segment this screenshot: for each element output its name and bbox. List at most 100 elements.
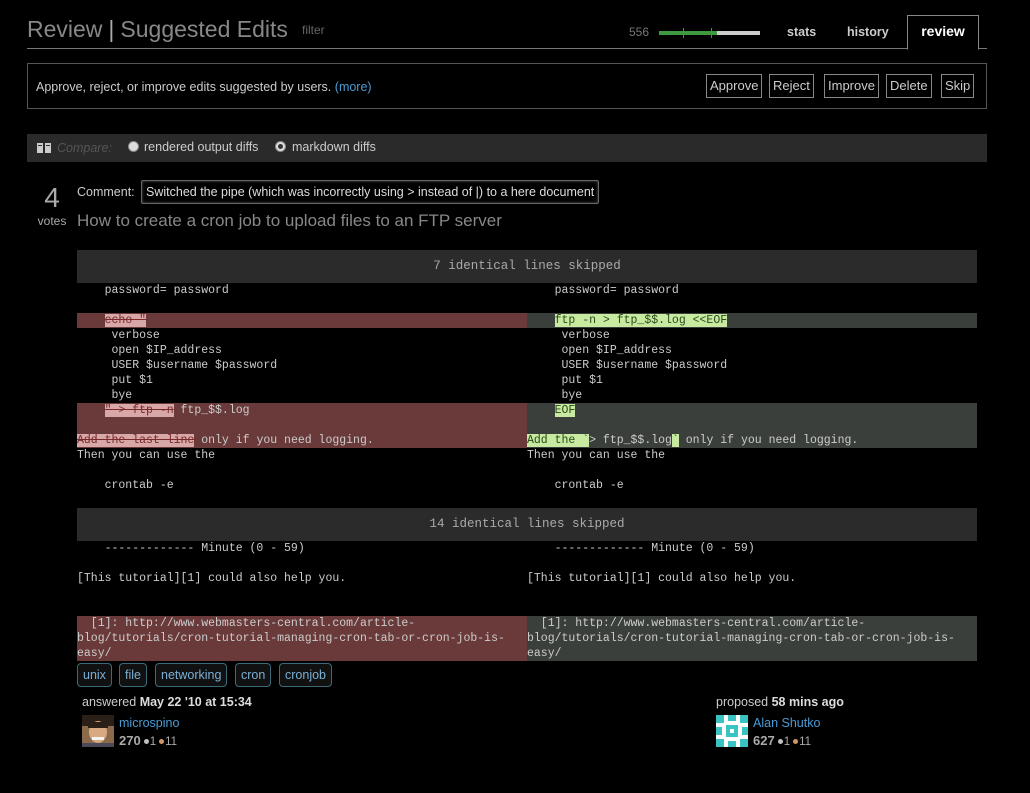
improve-button[interactable]: Improve bbox=[824, 74, 879, 98]
deleted-text: " > ftp -n bbox=[104, 404, 174, 417]
diff-text: only if you need logging. bbox=[678, 434, 859, 447]
diff-line-right: easy/ bbox=[527, 647, 562, 660]
bronze-badge-icon bbox=[793, 738, 799, 744]
identical-lines-skipped[interactable]: 7 identical lines skipped bbox=[77, 250, 977, 283]
title-review[interactable]: Review bbox=[27, 16, 102, 42]
diff-line-right: ftp -n > ftp_$$.log <<EOF bbox=[527, 313, 728, 328]
reject-button[interactable]: Reject bbox=[769, 74, 814, 98]
proposer-name[interactable]: Alan Shutko bbox=[753, 716, 820, 730]
compare-label: Compare: bbox=[57, 141, 112, 155]
diff-line-left: echo " bbox=[77, 313, 147, 328]
diff-text: ftp_$$.log bbox=[173, 404, 250, 417]
proposer-reputation: 627 1 11 bbox=[753, 733, 811, 748]
bronze-badge-icon bbox=[159, 738, 165, 744]
answerer-name[interactable]: microspino bbox=[119, 716, 179, 730]
proposed-info: proposed 58 mins ago bbox=[716, 695, 844, 709]
delete-button[interactable]: Delete bbox=[886, 74, 932, 98]
diff-line-left: USER $username $password bbox=[77, 359, 278, 372]
markdown-diff: 7 identical lines skipped password= pass… bbox=[77, 250, 977, 661]
tag-cron[interactable]: cron bbox=[235, 663, 272, 687]
inserted-text: ftp -n > ftp_$$.log <<EOF bbox=[554, 314, 728, 327]
silver-badge-count: 1 bbox=[783, 736, 791, 748]
tag-unix[interactable]: unix bbox=[77, 663, 112, 687]
diff-text: only if you need logging. bbox=[194, 434, 374, 447]
inserted-text: Add the ` bbox=[527, 434, 590, 447]
progress-tick bbox=[711, 28, 712, 38]
proposed-label: proposed bbox=[716, 695, 769, 709]
silver-badge-icon bbox=[143, 738, 149, 744]
reputation-score: 270 bbox=[119, 733, 141, 748]
info-bar: Approve, reject, or improve edits sugges… bbox=[27, 63, 987, 109]
info-description: Approve, reject, or improve edits sugges… bbox=[36, 80, 332, 94]
diff-line-left: open $IP_address bbox=[77, 344, 222, 357]
diff-line-left: password= password bbox=[77, 284, 229, 297]
review-progress-bar bbox=[659, 28, 760, 38]
diff-line-left: easy/ bbox=[77, 647, 112, 660]
deleted-text: Add the last line bbox=[77, 434, 195, 447]
diff-line-right: verbose bbox=[527, 329, 610, 342]
diff-line-left: [This tutorial][1] could also help you. bbox=[77, 572, 347, 585]
diff-line-right: crontab -e bbox=[527, 479, 624, 492]
diff-line-right: put $1 bbox=[527, 374, 603, 387]
diff-line-left: Then you can use the bbox=[77, 449, 216, 462]
approve-button[interactable]: Approve bbox=[706, 74, 763, 98]
diff-line-left: Add the last line only if you need loggi… bbox=[77, 433, 374, 448]
diff-line-right: password= password bbox=[527, 284, 679, 297]
user-avatar[interactable] bbox=[82, 715, 114, 747]
inserted-text: EOF bbox=[554, 404, 576, 417]
diff-line-right: [This tutorial][1] could also help you. bbox=[527, 572, 797, 585]
radio-markdown-diffs[interactable] bbox=[275, 141, 286, 152]
diff-line-right: Add the `> ftp_$$.log` only if you need … bbox=[527, 433, 858, 448]
review-count: 556 bbox=[629, 25, 650, 39]
user-avatar[interactable] bbox=[716, 715, 748, 747]
info-text: Approve, reject, or improve edits sugges… bbox=[36, 80, 372, 94]
tag-file[interactable]: file bbox=[119, 663, 147, 687]
diff-line-right: USER $username $password bbox=[527, 359, 728, 372]
tag-cronjob[interactable]: cronjob bbox=[279, 663, 332, 687]
diff-line-left: " > ftp -n ftp_$$.log bbox=[77, 403, 250, 418]
diff-text: > ftp_$$.log bbox=[589, 434, 672, 447]
compare-bar: Compare: rendered output diffs markdown … bbox=[27, 134, 987, 162]
page-title: Review | Suggested Edits bbox=[27, 16, 288, 43]
inserted-text: ` bbox=[671, 434, 679, 447]
edit-comment: Switched the pipe (which was incorrectly… bbox=[141, 180, 600, 204]
diff-line-right: bye bbox=[527, 389, 583, 402]
tab-stats[interactable]: stats bbox=[787, 25, 816, 39]
page-header: Review | Suggested Edits filter 556 stats … bbox=[27, 14, 987, 50]
skip-button[interactable]: Skip bbox=[941, 74, 975, 98]
diff-line-right: blog/tutorials/cron-tutorial-managing-cr… bbox=[527, 632, 955, 645]
tab-review[interactable]: review bbox=[907, 15, 979, 50]
comment-label: Comment: bbox=[77, 185, 135, 199]
proposed-time: 58 mins ago bbox=[771, 695, 844, 709]
diff-line-right: open $IP_address bbox=[527, 344, 672, 357]
deleted-text: echo " bbox=[104, 314, 147, 327]
bronze-badge-count: 11 bbox=[165, 736, 178, 748]
markdown-diffs-label[interactable]: markdown diffs bbox=[292, 140, 376, 154]
radio-rendered-output[interactable] bbox=[128, 141, 139, 152]
diff-line-left: verbose bbox=[77, 329, 160, 342]
diff-line-left: put $1 bbox=[77, 374, 153, 387]
diff-line-right: EOF bbox=[527, 403, 576, 418]
identical-lines-skipped[interactable]: 14 identical lines skipped bbox=[77, 508, 977, 541]
answered-date: May 22 '10 at 15:34 bbox=[139, 695, 252, 709]
silver-badge-count: 1 bbox=[149, 736, 157, 748]
answered-info: answered May 22 '10 at 15:34 bbox=[82, 695, 252, 709]
diff-line-right: ------------- Minute (0 - 59) bbox=[527, 542, 755, 555]
title-suggested-edits[interactable]: Suggested Edits bbox=[120, 16, 288, 42]
diff-line-left: blog/tutorials/cron-tutorial-managing-cr… bbox=[77, 632, 505, 645]
diff-line-right: [1]: http://www.webmasters-central.com/a… bbox=[527, 617, 866, 630]
diff-line-left: ------------- Minute (0 - 59) bbox=[77, 542, 305, 555]
bronze-badge-count: 11 bbox=[799, 736, 812, 748]
rendered-output-label[interactable]: rendered output diffs bbox=[144, 140, 258, 154]
filter-link[interactable]: filter bbox=[302, 23, 325, 37]
more-link[interactable]: (more) bbox=[335, 80, 372, 94]
tag-networking[interactable]: networking bbox=[155, 663, 228, 687]
progress-tick bbox=[683, 28, 684, 38]
question-title[interactable]: How to create a cron job to upload files… bbox=[77, 211, 502, 231]
votes-label: votes bbox=[37, 214, 67, 228]
progress-fill bbox=[659, 31, 717, 35]
tab-history[interactable]: history bbox=[847, 25, 889, 39]
title-separator: | bbox=[108, 16, 115, 42]
compare-icon bbox=[37, 143, 51, 153]
diff-line-right: Then you can use the bbox=[527, 449, 666, 462]
